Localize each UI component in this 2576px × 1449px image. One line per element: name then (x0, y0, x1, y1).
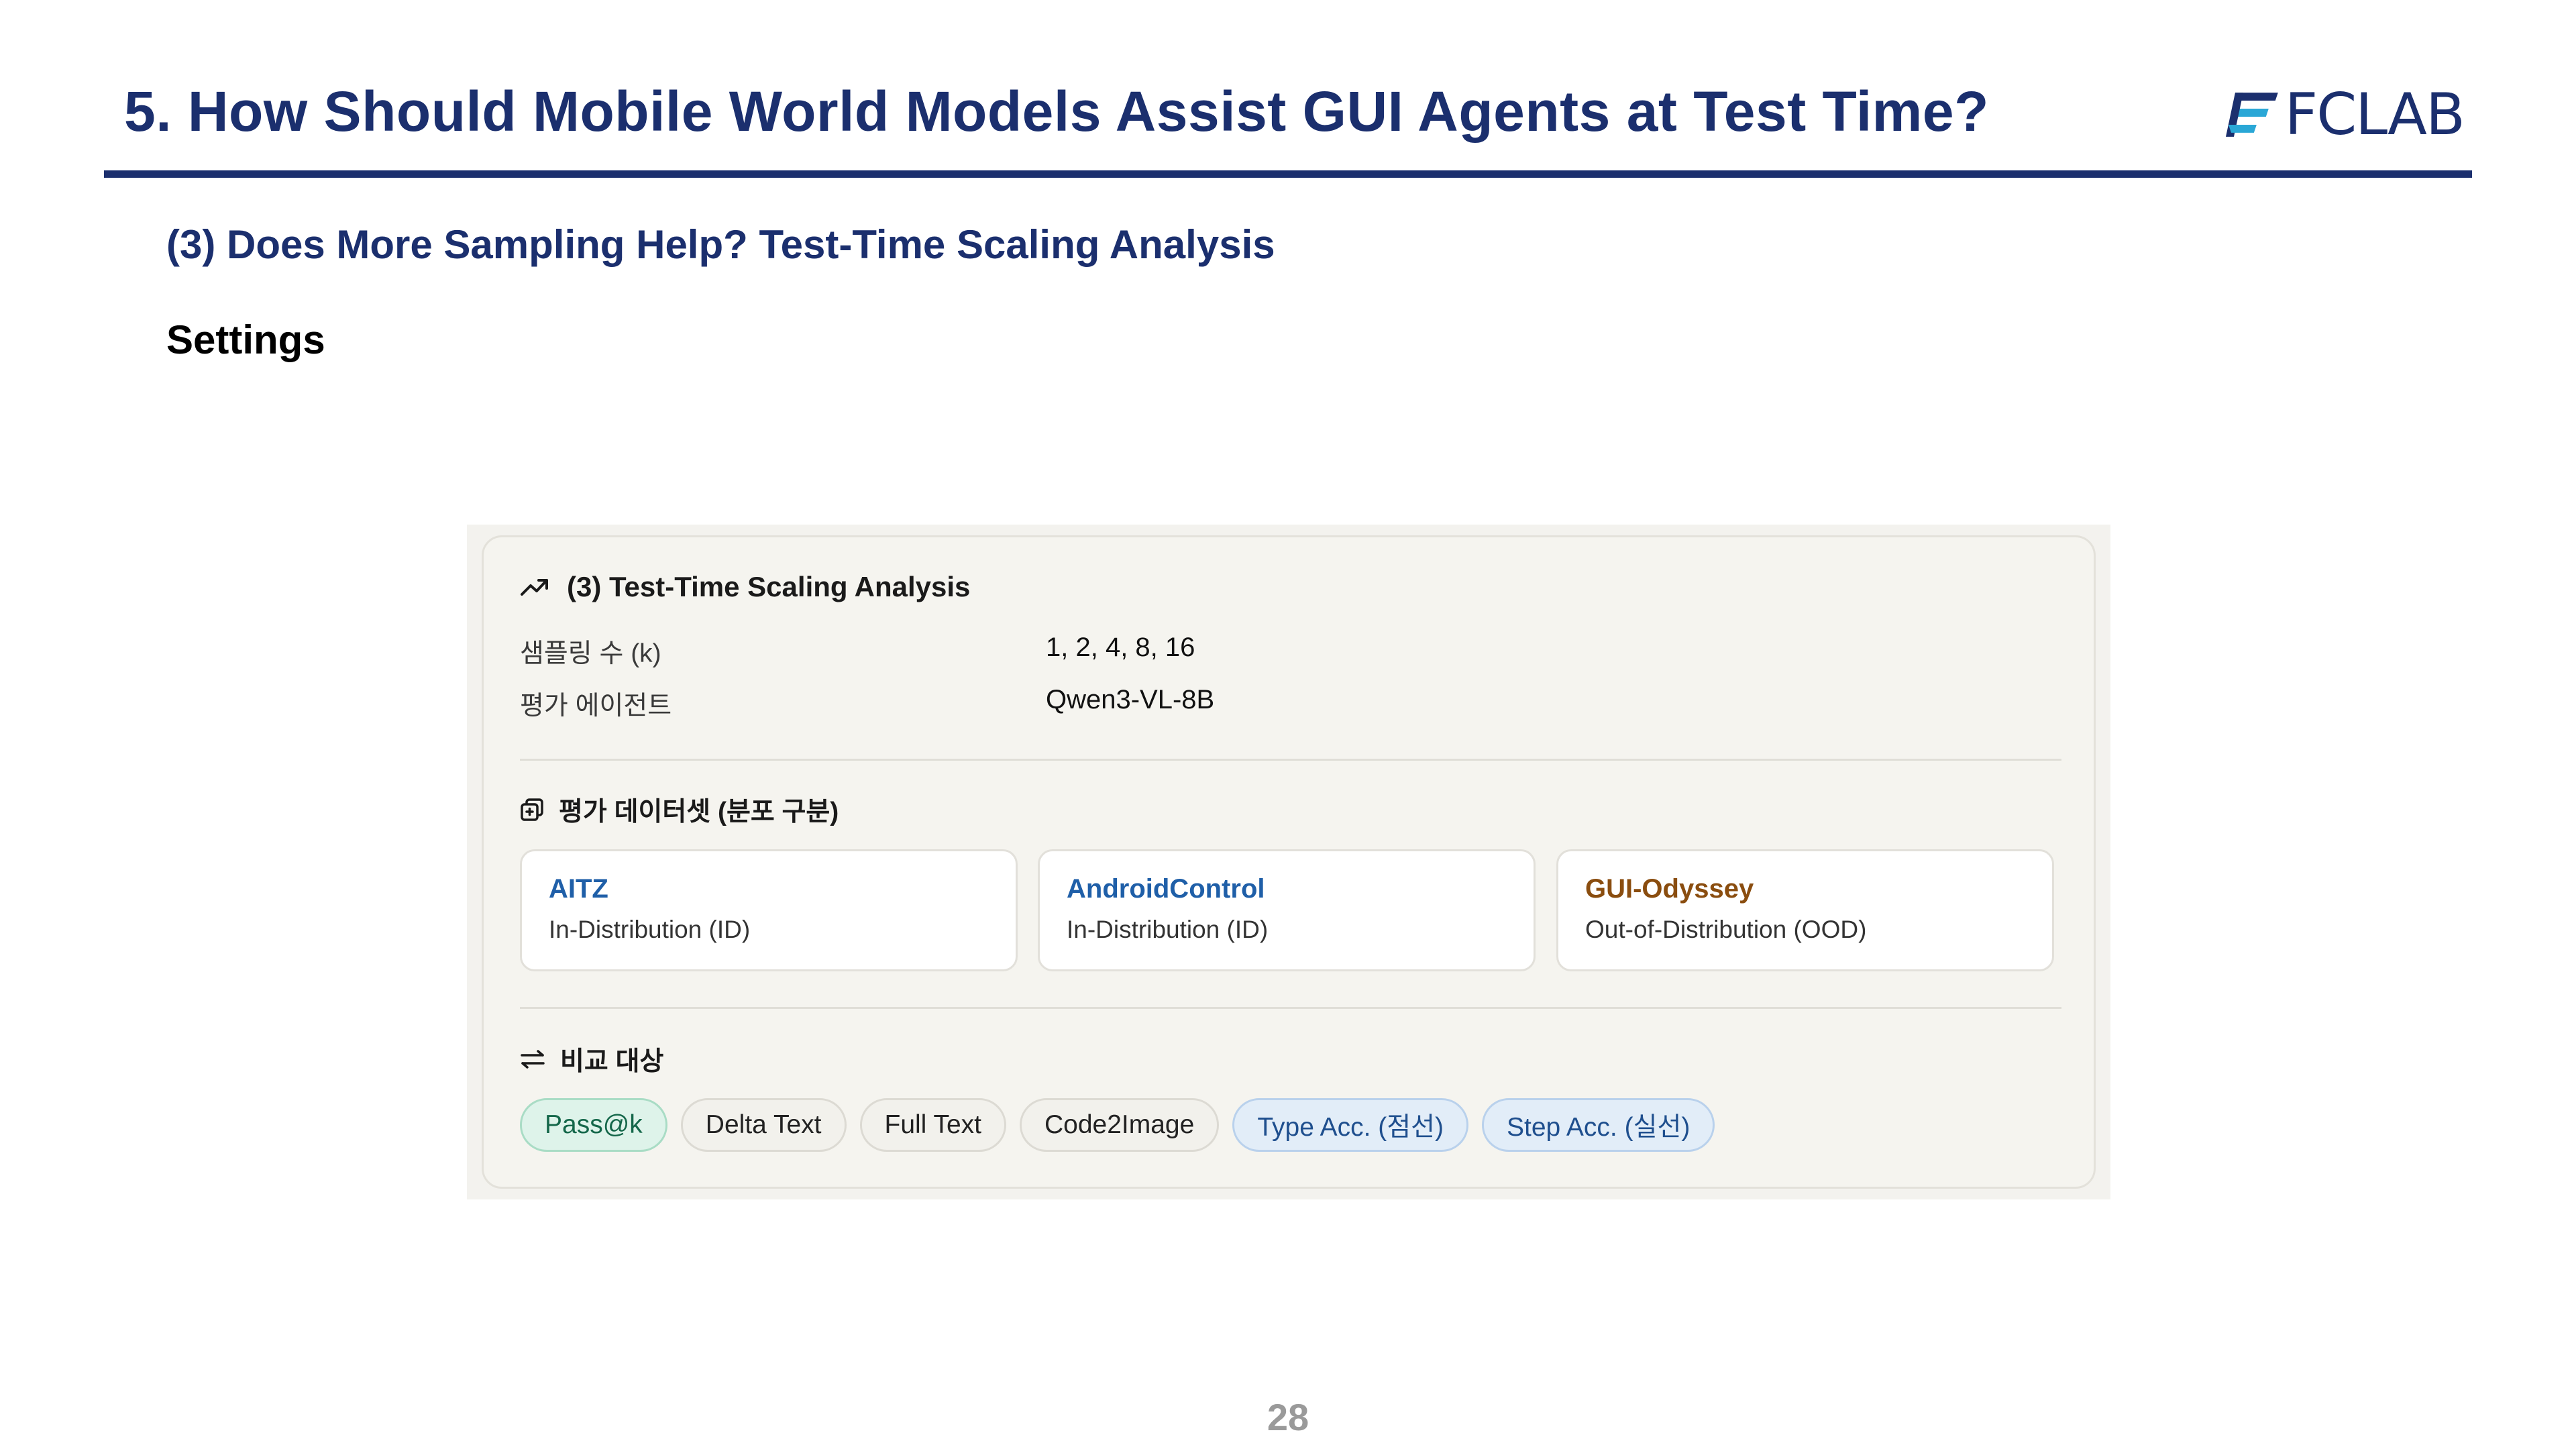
settings-heading: Settings (166, 317, 325, 362)
swap-arrows-icon (520, 1049, 545, 1069)
dataset-card-androidcontrol: AndroidControl In-Distribution (ID) (1038, 849, 1536, 971)
dataset-icon (520, 798, 544, 822)
dataset-card-gui-odyssey: GUI-Odyssey Out-of-Distribution (OOD) (1556, 849, 2054, 971)
settings-panel: (3) Test-Time Scaling Analysis 샘플링 수 (k)… (482, 535, 2096, 1189)
dataset-desc: Out-of-Distribution (OOD) (1585, 916, 1867, 943)
dataset-desc: In-Distribution (ID) (1067, 916, 1269, 943)
slide-title: 5. How Should Mobile World Models Assist… (124, 80, 1989, 143)
datasets-heading: 평가 데이터셋 (분포 구분) (520, 791, 839, 828)
row-key-sampling: 샘플링 수 (k) (520, 639, 661, 668)
compare-heading-text: 비교 대상 (560, 1047, 664, 1076)
panel-title-text: (3) Test-Time Scaling Analysis (567, 571, 971, 602)
dataset-name: GUI-Odyssey (1585, 874, 1754, 904)
section-subtitle: (3) Does More Sampling Help? Test-Time S… (166, 222, 1275, 267)
chip-type-acc: Type Acc. (점선) (1232, 1098, 1468, 1152)
datasets-heading-text: 평가 데이터셋 (분포 구분) (559, 798, 839, 826)
compare-chip-list: Pass@k Delta Text Full Text Code2Image T… (520, 1098, 1715, 1152)
dataset-name: AITZ (549, 874, 608, 904)
chip-step-acc: Step Acc. (실선) (1481, 1098, 1715, 1152)
fclab-logo: FCLAB (2226, 80, 2465, 148)
row-key-agent: 평가 에이전트 (520, 692, 672, 720)
chip-full-text: Full Text (859, 1098, 1006, 1152)
dataset-card-aitz: AITZ In-Distribution (ID) (520, 849, 1018, 971)
header-rule (104, 170, 2472, 178)
fclab-logo-mark-icon (2226, 92, 2278, 137)
chip-delta-text: Delta Text (680, 1098, 847, 1152)
compare-heading: 비교 대상 (520, 1040, 663, 1078)
settings-figure: (3) Test-Time Scaling Analysis 샘플링 수 (k)… (467, 525, 2110, 1199)
trending-up-icon (520, 577, 549, 597)
row-value-sampling: 1, 2, 4, 8, 16 (1046, 633, 1195, 662)
logo-text: FCLAB (2284, 80, 2465, 148)
divider (520, 759, 2061, 761)
dataset-name: AndroidControl (1067, 874, 1265, 904)
panel-title: (3) Test-Time Scaling Analysis (520, 571, 970, 603)
chip-code2image: Code2Image (1020, 1098, 1220, 1152)
chip-pass-at-k: Pass@k (520, 1098, 667, 1152)
page-number: 28 (1267, 1396, 1309, 1438)
row-value-agent: Qwen3-VL-8B (1046, 685, 1215, 714)
dataset-desc: In-Distribution (ID) (549, 916, 751, 943)
divider (520, 1007, 2061, 1009)
